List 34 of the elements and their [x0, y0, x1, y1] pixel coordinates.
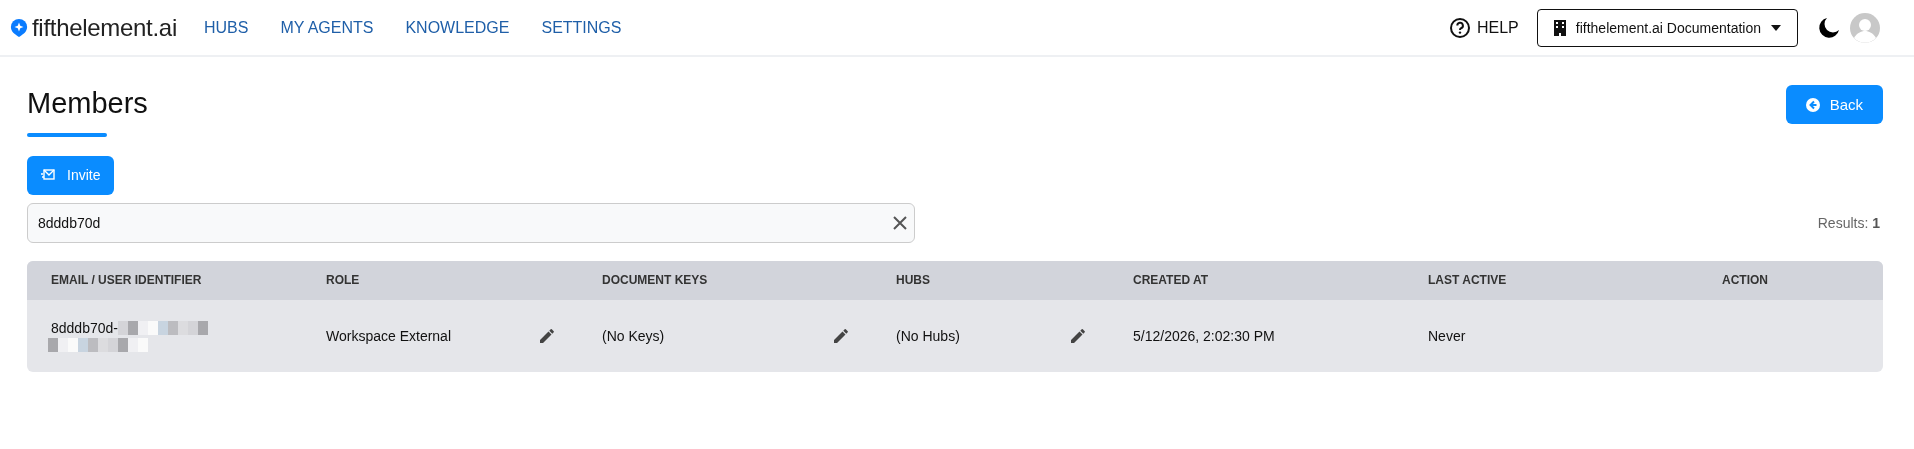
help-link[interactable]: HELP [1449, 16, 1519, 39]
column-header: LAST ACTIVE [1428, 273, 1507, 288]
edit-icon[interactable] [1071, 328, 1085, 343]
table-cell: Never [1428, 327, 1466, 344]
column-header: ROLE [326, 273, 360, 288]
search-field[interactable]: 8dddb70d [27, 202, 915, 243]
clear-icon[interactable] [893, 215, 907, 230]
caret-icon [1771, 24, 1781, 31]
workspace-dropdown[interactable]: fifthelement.ai Documentation [1536, 8, 1798, 47]
table-cell: (No Keys) [602, 327, 665, 344]
nav-link[interactable]: MY AGENTS [280, 18, 374, 37]
column-header: EMAIL / USER IDENTIFIER [51, 273, 202, 288]
table-cell: 8dddb70d- [51, 319, 118, 336]
table-cell: Workspace External [326, 327, 451, 344]
edit-icon[interactable] [540, 328, 554, 343]
column-header: ACTION [1722, 273, 1768, 288]
logo-text[interactable]: fifthelement.ai [32, 13, 177, 42]
dark-mode-icon[interactable] [1818, 16, 1840, 39]
building-icon [1553, 19, 1566, 36]
mail-icon [41, 169, 55, 182]
column-header: CREATED AT [1133, 273, 1209, 288]
help-icon [1449, 16, 1471, 39]
page-title: Members [27, 86, 148, 121]
edit-icon[interactable] [834, 328, 848, 343]
logo-icon [10, 17, 28, 38]
column-header: DOCUMENT KEYS [602, 273, 708, 288]
nav-link[interactable]: KNOWLEDGE [405, 18, 510, 37]
table-cell: 5/12/2026, 2:02:30 PM [1133, 327, 1275, 344]
table-cell: (No Hubs) [896, 327, 960, 344]
nav-link[interactable]: HUBS [203, 18, 249, 37]
back-icon [1805, 97, 1820, 112]
nav-link[interactable]: SETTINGS [541, 18, 622, 37]
results-count: Results: 1 [1817, 214, 1881, 231]
column-header: HUBS [896, 273, 930, 288]
